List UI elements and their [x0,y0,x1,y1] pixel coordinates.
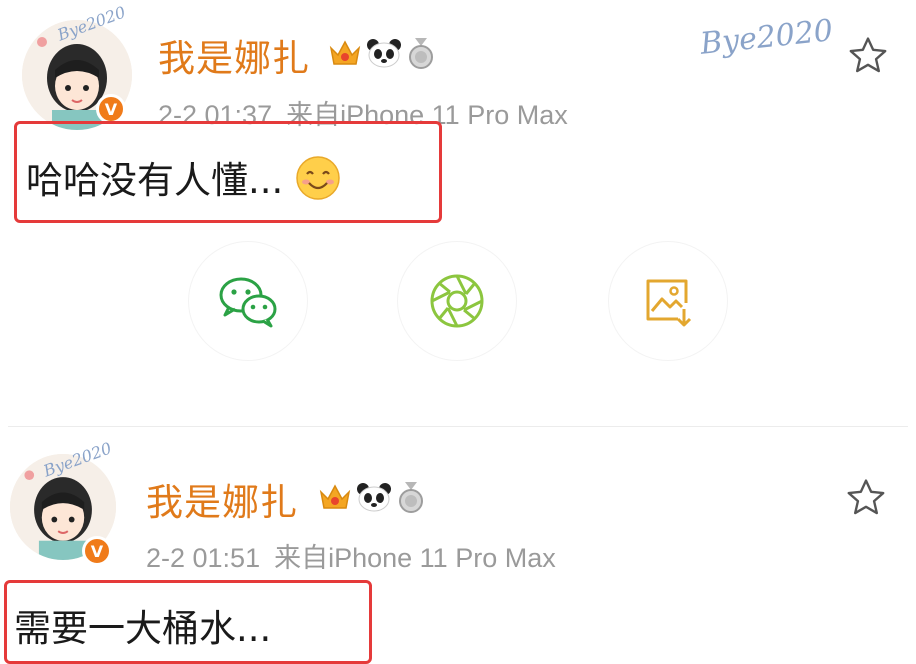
username[interactable]: 我是娜扎 [146,472,298,526]
post-divider [8,426,908,427]
panda-icon [357,483,391,512]
share-moments-button[interactable] [398,242,516,360]
post-1: Bye2020 V 我是娜扎 Bye2020 2-2 01:37 来自iPhone… [0,0,916,420]
wechat-icon [219,277,277,328]
bye2020-watermark: Bye2020 [698,13,835,62]
crown-icon [329,40,361,65]
save-image-icon [646,279,692,327]
panda-icon [367,39,401,68]
moments-icon [430,274,484,328]
save-image-button[interactable] [609,242,727,360]
user-badges [328,36,436,70]
post-2: Bye2020 V 我是娜扎 2-2 01:51 来自iPhone 11 Pro … [0,438,916,664]
favorite-star-icon[interactable] [846,34,890,78]
medal-icon [399,482,423,513]
verified-badge: V [96,94,126,124]
favorite-star-icon[interactable] [844,476,888,520]
post-source: 来自iPhone 11 Pro Max [274,543,556,573]
post-time: 2-2 01:51 [146,543,261,573]
share-wechat-button[interactable] [189,242,307,360]
username[interactable]: 我是娜扎 [158,28,310,82]
post-content: 需要一大桶水... [14,607,272,650]
user-badges [318,480,426,514]
crown-icon [319,484,351,509]
verified-badge: V [82,536,112,566]
post-meta: 2-2 01:51 来自iPhone 11 Pro Max [146,536,570,575]
medal-icon [409,38,433,69]
post-content: 哈哈没有人懂... [26,150,341,204]
smile-emoji-icon [296,156,340,200]
post-text: 哈哈没有人懂... [26,159,284,202]
